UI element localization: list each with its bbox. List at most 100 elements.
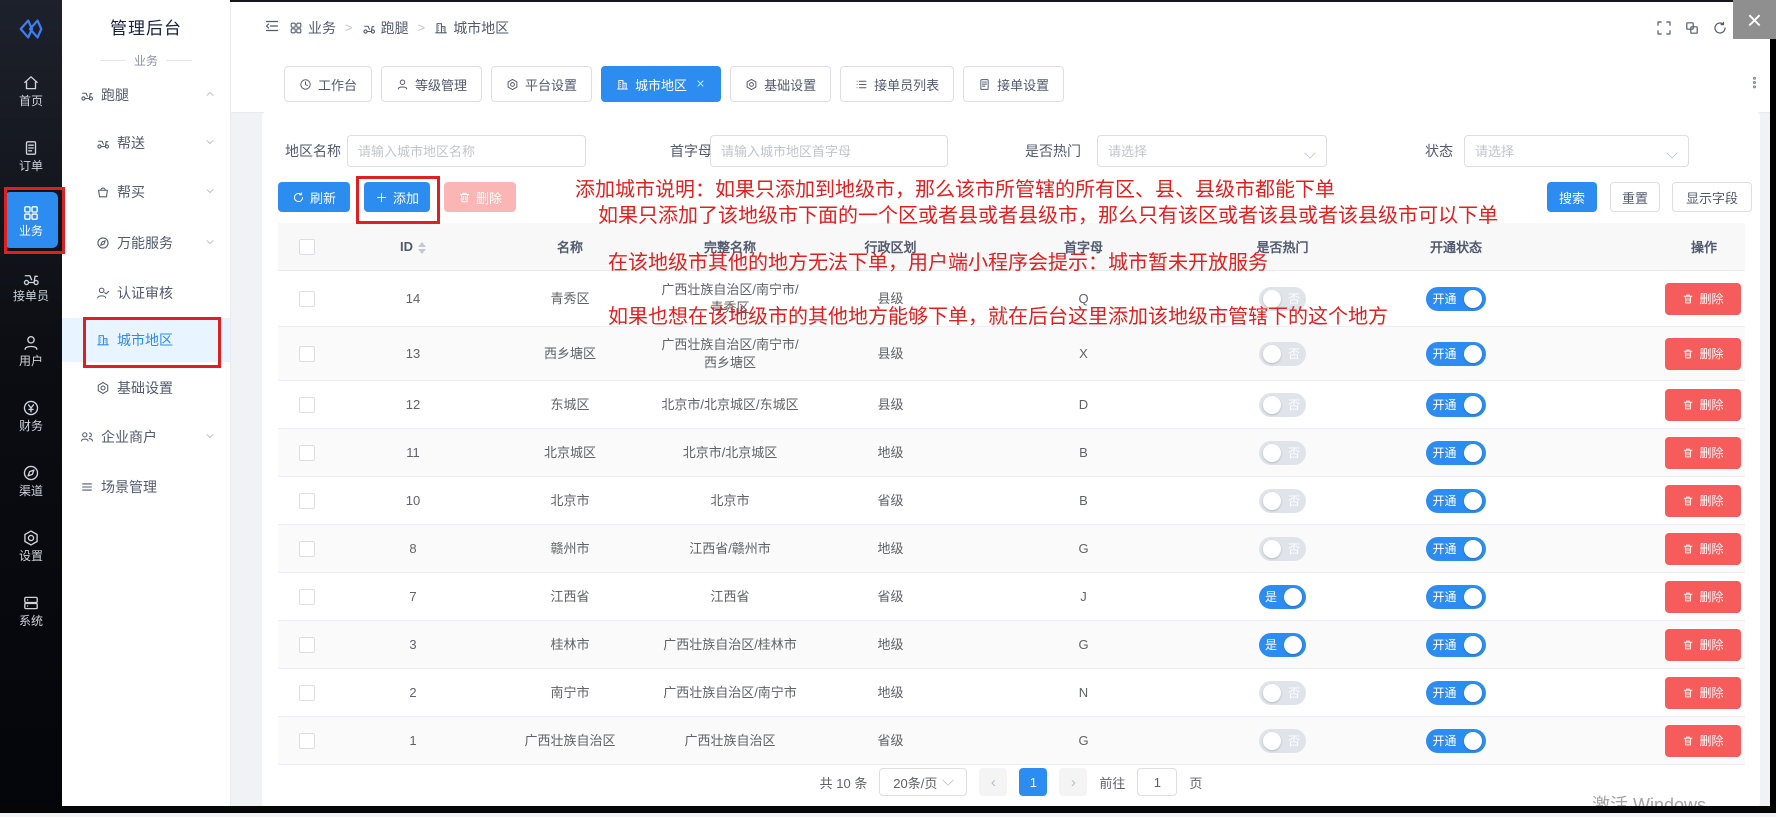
sidebar-item-0[interactable]: 首页 [0,62,62,118]
hot-toggle-off[interactable]: 否 [1259,489,1306,513]
column-header-0[interactable]: ID [336,223,490,271]
row-checkbox[interactable] [299,397,315,413]
search-button[interactable]: 搜索 [1547,182,1597,212]
hot-toggle-on[interactable]: 是 [1259,585,1306,609]
hot-toggle-off[interactable]: 否 [1259,729,1306,753]
sidebar-item-1[interactable]: 订单 [0,127,62,183]
menu-item-0[interactable]: 跑腿 [62,73,230,117]
tab-2[interactable]: 平台设置 [491,66,592,102]
sort-icon[interactable] [418,242,426,254]
next-page-button[interactable]: › [1059,768,1087,796]
breadcrumb-item-0[interactable]: 业务 [289,18,336,38]
row-checkbox[interactable] [299,733,315,749]
delete-button[interactable]: 删除 [1665,629,1741,661]
current-page[interactable]: 1 [1019,768,1047,796]
status-toggle[interactable]: 开通 [1426,393,1485,417]
tab-options-icon[interactable] [1747,75,1762,95]
delete-button[interactable]: 删除 [1665,485,1741,517]
status-toggle[interactable]: 开通 [1426,585,1485,609]
breadcrumb-item-2[interactable]: 城市地区 [434,18,509,38]
prev-page-button[interactable]: ‹ [979,768,1007,796]
menu-item-3[interactable]: 万能服务 [62,221,230,265]
menu-item-1[interactable]: 帮送 [62,121,230,165]
row-checkbox[interactable] [299,445,315,461]
hot-toggle-off[interactable]: 否 [1259,287,1306,311]
status-toggle[interactable]: 开通 [1426,441,1485,465]
status-toggle[interactable]: 开通 [1426,537,1485,561]
sidebar-item-7[interactable]: 设置 [0,517,62,573]
sidebar-item-3[interactable]: 接单员 [0,257,62,313]
status-toggle[interactable]: 开通 [1426,729,1485,753]
cell-full-name: 广西壮族自治区/南宁市/青秀区 [650,271,810,327]
sidebar-item-5[interactable]: 财务 [0,387,62,443]
status-toggle[interactable]: 开通 [1426,681,1485,705]
filter-input-1[interactable] [710,135,948,167]
delete-button[interactable]: 删除 [1665,581,1741,613]
row-checkbox[interactable] [299,541,315,557]
tab-0[interactable]: 工作台 [284,66,372,102]
hot-toggle-off[interactable]: 否 [1259,342,1306,366]
show-columns-button[interactable]: 显示字段 [1672,182,1752,212]
refresh-button[interactable]: 刷新 [278,182,350,212]
status-toggle[interactable]: 开通 [1426,287,1485,311]
row-checkbox[interactable] [299,589,315,605]
status-toggle[interactable]: 开通 [1426,489,1485,513]
select-all-checkbox[interactable] [299,239,315,255]
refresh-button[interactable] [1712,20,1728,36]
reset-button[interactable]: 重置 [1610,182,1660,212]
sidebar-item-4[interactable]: 用户 [0,322,62,378]
filter-select-2[interactable] [1097,135,1327,167]
filter-input-0[interactable] [347,135,586,167]
page-size-select[interactable]: 20条/页 [879,768,967,796]
menu-item-2[interactable]: 帮买 [62,170,230,214]
delete-button[interactable]: 删除 [1665,283,1741,315]
cell-name: 青秀区 [490,271,650,327]
menu-fold-icon[interactable] [264,18,280,37]
menu-item-7[interactable]: 企业商户 [62,415,230,459]
sidebar-item-8[interactable]: 系统 [0,582,62,638]
window-close-button[interactable]: × [1733,0,1776,39]
delete-button[interactable]: 删除 [1665,677,1741,709]
add-button[interactable]: 添加 [364,182,430,212]
hot-toggle-off[interactable]: 否 [1259,441,1306,465]
tab-1[interactable]: 等级管理 [381,66,482,102]
menu-item-8[interactable]: 场景管理 [62,465,230,509]
sidebar-item-6[interactable]: 渠道 [0,452,62,508]
sidebar-item-2[interactable]: 业务 [4,192,58,248]
delete-button[interactable]: 删除 [1665,533,1741,565]
filter-select-3[interactable] [1464,135,1689,167]
hot-toggle-off[interactable]: 否 [1259,537,1306,561]
tab-3[interactable]: 城市地区 [601,66,721,102]
header-checkbox-cell [278,223,336,271]
row-checkbox[interactable] [299,685,315,701]
delete-button[interactable]: 删除 [1665,338,1741,370]
hot-toggle-off[interactable]: 否 [1259,681,1306,705]
close-tab-icon[interactable] [695,77,706,92]
building-icon [616,78,629,91]
hot-toggle-off[interactable]: 否 [1259,393,1306,417]
brush-button[interactable] [1684,20,1700,36]
row-checkbox[interactable] [299,291,315,307]
row-checkbox[interactable] [299,637,315,653]
tab-5[interactable]: 接单员列表 [840,66,954,102]
cell-name: 广西壮族自治区 [490,717,650,765]
breadcrumb-item-1[interactable]: 跑腿 [362,18,409,38]
status-toggle[interactable]: 开通 [1426,342,1485,366]
menu-item-4[interactable]: 认证审核 [62,271,230,315]
topbar-actions [1656,0,1728,55]
delete-button[interactable]: 删除 [1665,725,1741,757]
delete-button[interactable]: 删除 [1665,437,1741,469]
row-checkbox[interactable] [299,346,315,362]
cell-status: 开通 [1369,327,1543,381]
status-toggle[interactable]: 开通 [1426,633,1485,657]
batch-delete-button[interactable]: 删除 [444,182,516,212]
menu-item-6[interactable]: 基础设置 [62,366,230,410]
hot-toggle-on[interactable]: 是 [1259,633,1306,657]
menu-item-5[interactable]: 城市地区 [62,318,230,362]
delete-button[interactable]: 删除 [1665,389,1741,421]
tab-6[interactable]: 接单设置 [963,66,1064,102]
row-checkbox[interactable] [299,493,315,509]
goto-page-input[interactable] [1137,768,1177,796]
fullscreen-button[interactable] [1656,20,1672,36]
tab-4[interactable]: 基础设置 [730,66,831,102]
